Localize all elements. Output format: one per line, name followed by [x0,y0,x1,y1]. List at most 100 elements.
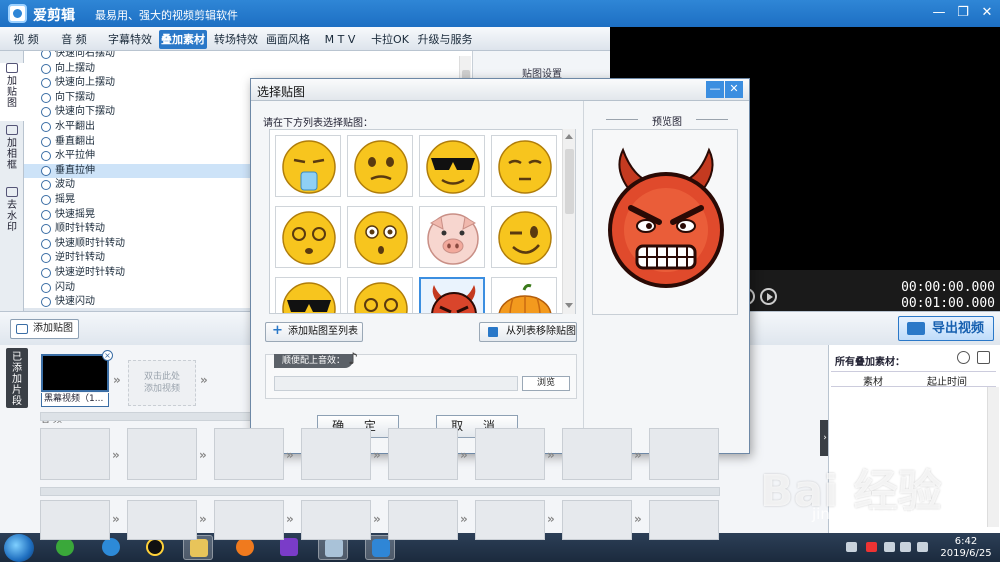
radio-button[interactable] [41,78,51,89]
maximize-button[interactable]: ❐ [950,3,976,23]
sticker-pig-emoji[interactable] [419,206,485,268]
timeline-slot[interactable] [127,500,197,540]
clip-close-icon[interactable]: × [102,350,113,361]
timeline-slot[interactable] [127,428,197,480]
minimize-button[interactable]: — [926,3,952,23]
radio-button[interactable] [41,165,51,176]
sticker-devil-emoji[interactable] [419,277,485,313]
sticker-cool-face-emoji[interactable] [275,277,341,313]
radio-button[interactable] [41,92,51,103]
sticker-sad-emoji[interactable] [347,135,413,197]
materials-scrollbar[interactable] [987,387,999,527]
menu-mtv[interactable]: M T V [316,30,364,49]
timeline-slot[interactable] [562,500,632,540]
export-icon [907,322,925,335]
radio-button[interactable] [41,209,51,220]
sticker-pumpkin-emoji[interactable] [491,277,557,313]
effect-item[interactable]: 向上摆动 [24,62,460,77]
sticker-dizzy-eyes-emoji[interactable] [347,277,413,313]
timeline-clip[interactable] [41,354,109,392]
sticker-freezing-emoji[interactable] [275,135,341,197]
scroll-up-icon[interactable] [565,134,573,139]
timeline-slot[interactable] [301,428,371,480]
play-button[interactable] [760,288,777,305]
menu-video[interactable]: 视 频 [4,30,48,49]
effect-label: 闪动 [55,281,75,293]
radio-button[interactable] [41,136,51,147]
scroll-down-icon[interactable] [565,303,573,308]
sticker-surprised-emoji[interactable] [347,206,413,268]
timeline-slot[interactable] [214,428,284,480]
dizzy-emoji-icon [282,211,336,265]
timeline-slot[interactable] [388,500,458,540]
sound-effect-path-field[interactable] [274,376,518,391]
menu-karaoke[interactable]: 卡拉OK [367,30,413,49]
menu-transition-effects[interactable]: 转场特效 [210,30,262,49]
timeline-arrow: » [634,448,642,462]
sticker-sunglasses-emoji[interactable] [419,135,485,197]
sticker-icon [6,63,18,73]
audio-track-2[interactable] [40,487,720,496]
radio-button[interactable] [41,107,51,118]
menu-audio[interactable]: 音 频 [52,30,96,49]
volume-icon[interactable] [900,542,911,552]
sticker-wink-emoji[interactable] [491,206,557,268]
network-icon[interactable] [884,542,895,552]
browse-button[interactable]: 浏览 [522,376,570,391]
title-bar: 爱剪辑 最易用、强大的视频剪辑软件 — ❐ ✕ [0,0,1000,27]
keyboard-icon[interactable] [846,542,857,552]
start-button[interactable] [4,534,34,562]
radio-button[interactable] [41,238,51,249]
tab-add-sticker[interactable]: 加 贴 图 [0,63,24,121]
timeline-slot[interactable] [388,428,458,480]
add-sticker-button[interactable]: 添加贴图 [10,319,79,339]
time-current: 00:00:00.000 [901,280,995,295]
timeline-slot[interactable] [649,500,719,540]
trash-icon[interactable] [977,351,990,364]
add-sticker-to-list-button[interactable]: + 添加贴图至列表 [265,322,363,342]
sticker-grid-scrollbar[interactable] [562,129,575,314]
effect-label: 快速闪动 [55,296,95,308]
dialog-close-button[interactable]: ✕ [725,81,743,98]
radio-button[interactable] [41,122,51,132]
radio-button[interactable] [41,224,51,235]
sticker-dizzy-emoji[interactable] [275,206,341,268]
radio-button[interactable] [41,268,51,278]
menu-upgrade-service[interactable]: 升级与服务 [416,30,474,49]
add-video-placeholder[interactable]: 双击此处 添加视频 [128,360,196,406]
timeline-slot[interactable] [40,428,110,480]
menu-picture-style[interactable]: 画面风格 [263,30,313,49]
radio-button[interactable] [41,180,51,191]
radio-button[interactable] [41,151,51,162]
timeline-slot[interactable] [562,428,632,480]
radio-button[interactable] [41,253,51,264]
timeline-slot[interactable] [214,500,284,540]
sticker-sleepy-emoji[interactable] [491,135,557,197]
side-tabs: 加 贴 图 加 相 框 去 水 印 [0,51,24,311]
tab-add-frame[interactable]: 加 相 框 [0,125,24,183]
tab-remove-watermark[interactable]: 去 水 印 [0,187,24,245]
timeline-arrow: » [373,448,381,462]
timeline-slot[interactable] [475,428,545,480]
timeline-slot[interactable] [649,428,719,480]
radio-button[interactable] [41,282,51,293]
radio-button[interactable] [41,63,51,74]
export-video-button[interactable]: 导出视频 [898,316,994,341]
flag-icon[interactable] [917,542,928,552]
menu-overlay-materials[interactable]: 叠加素材 [159,30,207,49]
radio-button[interactable] [41,297,51,308]
back-icon[interactable] [957,351,970,364]
radio-button[interactable] [41,51,51,59]
clock[interactable]: 6:42 2019/6/25 [934,536,998,560]
menu-subtitle-effects[interactable]: 字幕特效 [104,30,156,49]
close-button[interactable]: ✕ [974,3,1000,23]
dialog-minimize-button[interactable]: — [706,81,724,98]
timeline-slot[interactable] [475,500,545,540]
timeline-slot[interactable] [301,500,371,540]
radio-button[interactable] [41,195,51,205]
timeline-slot[interactable] [40,500,110,540]
app-name: 爱剪辑 [33,8,75,24]
effect-item[interactable]: 快速向右摆动 [24,51,460,62]
remove-sticker-from-list-button[interactable]: 从列表移除贴图 [479,322,577,342]
app-tray-icon[interactable] [866,542,877,552]
